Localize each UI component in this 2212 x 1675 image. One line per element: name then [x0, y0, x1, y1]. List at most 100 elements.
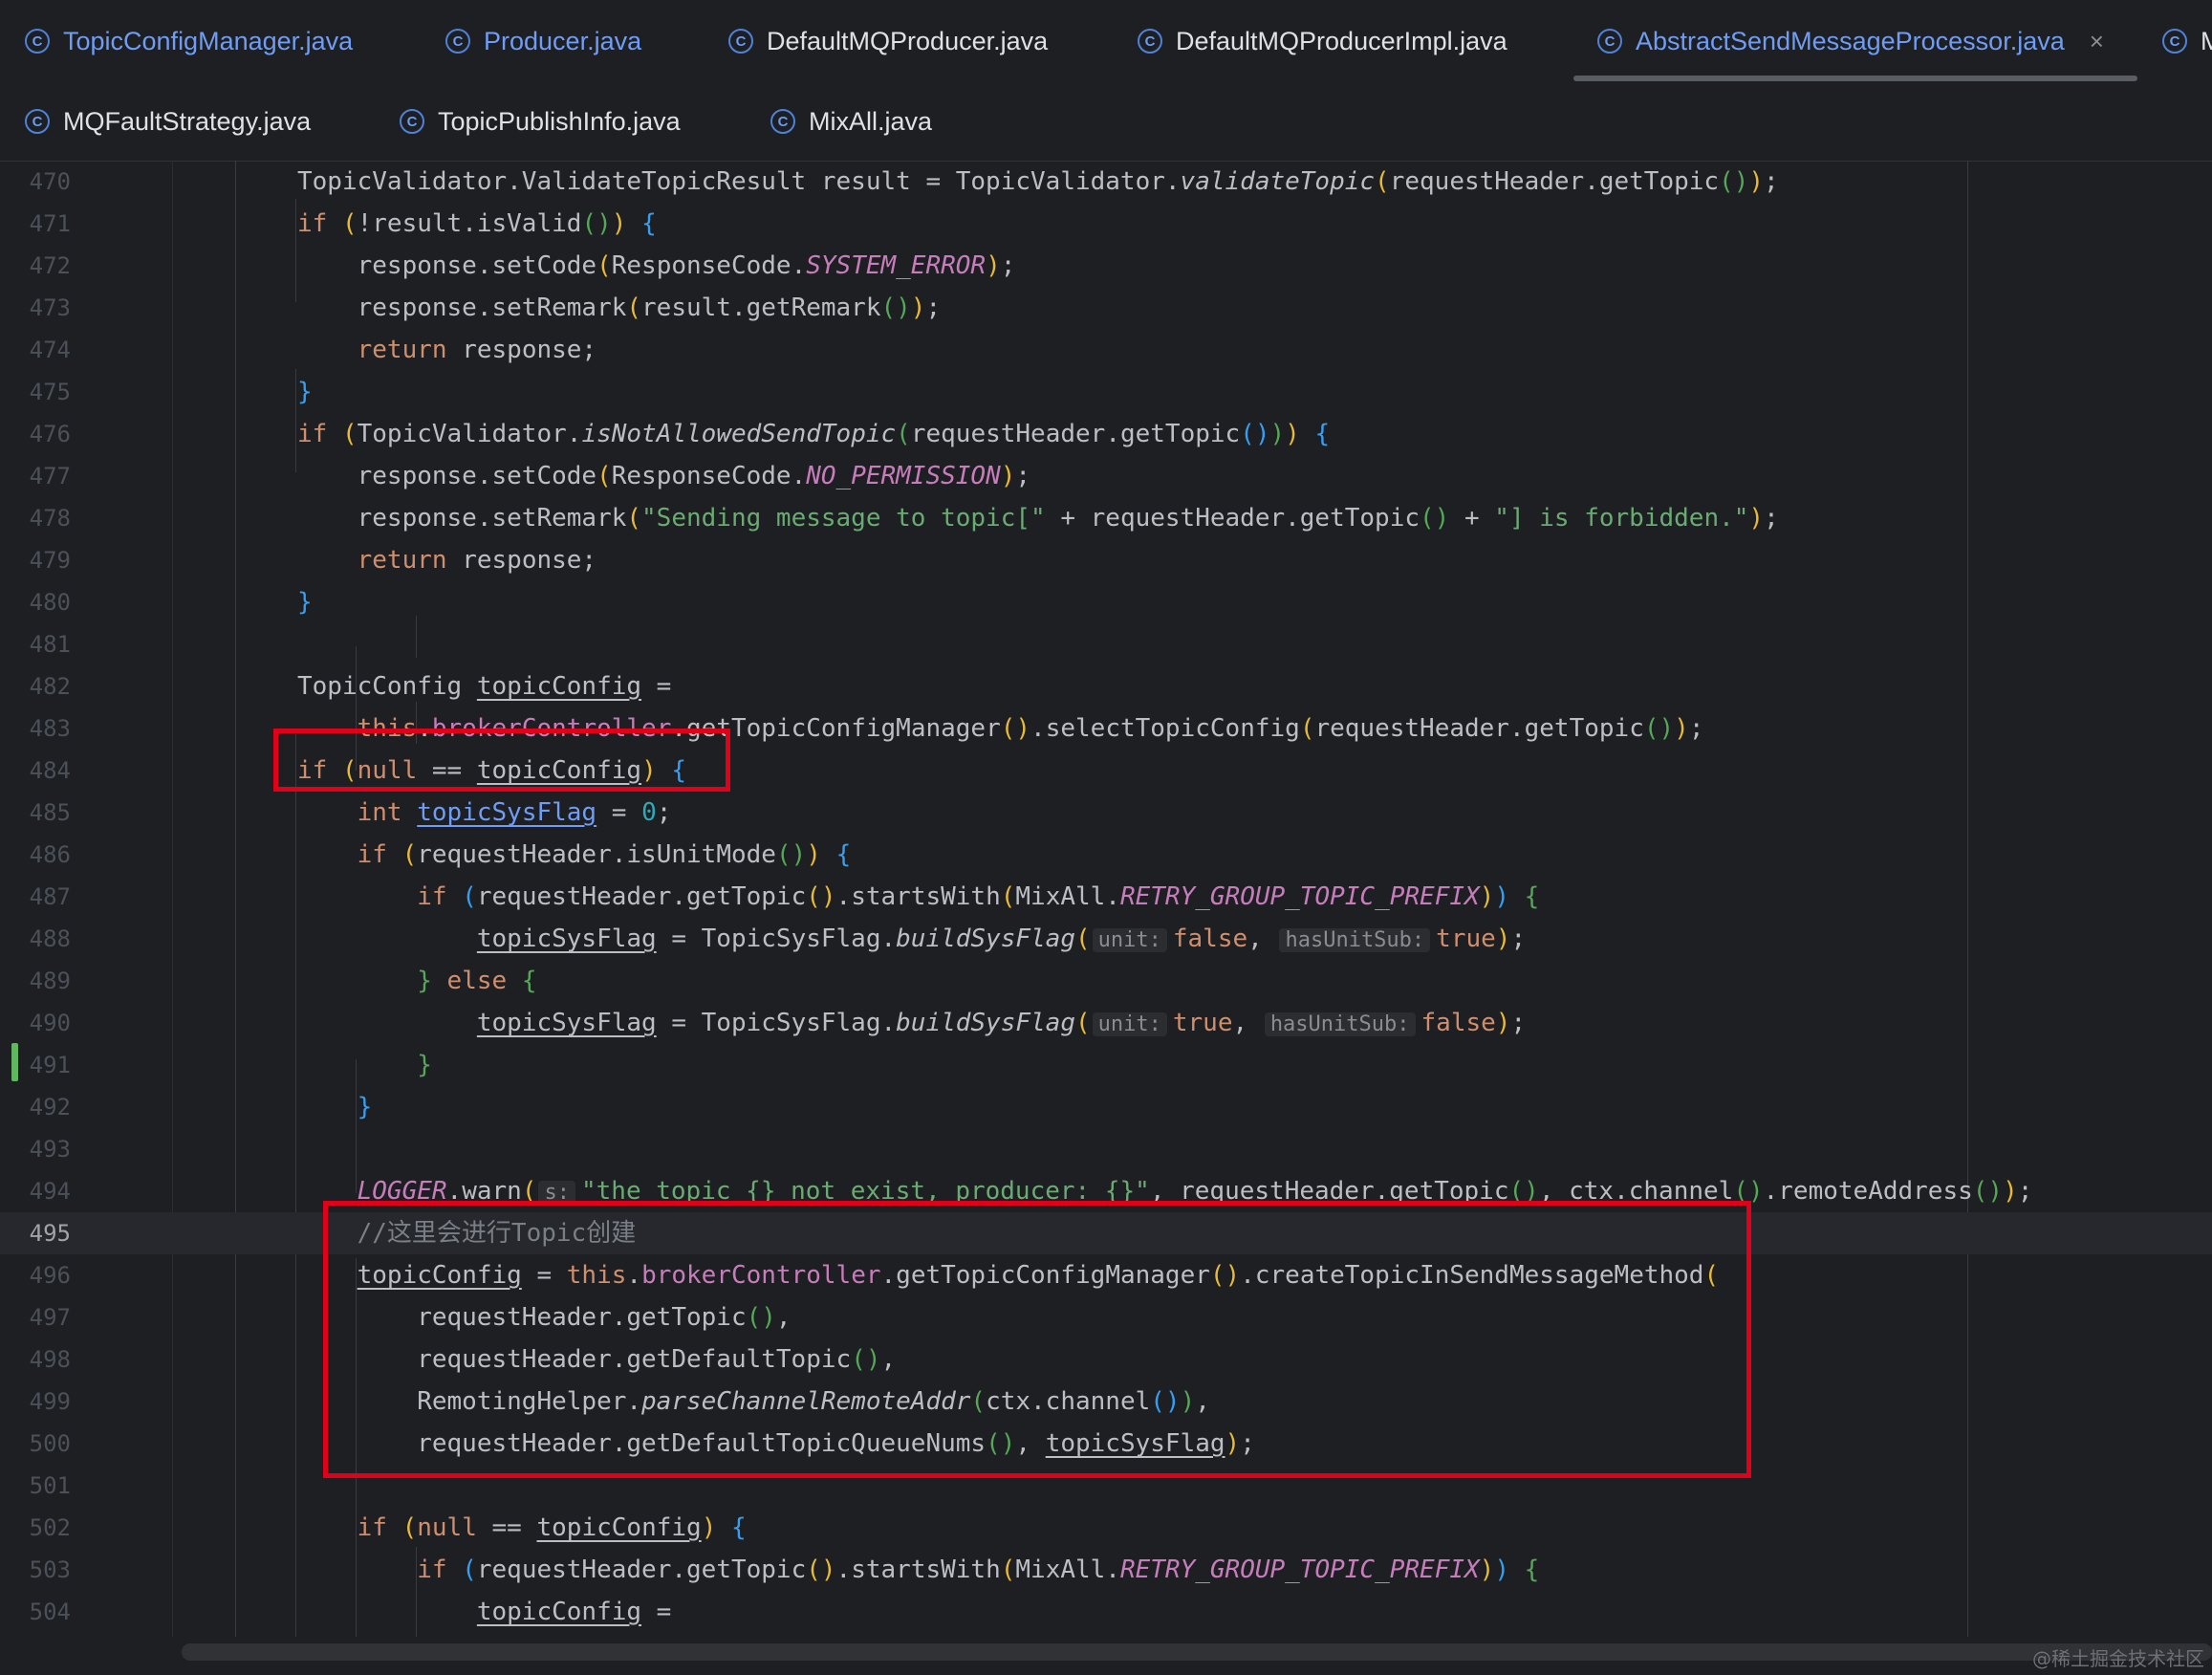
code-token: (: [596, 462, 612, 490]
line-number[interactable]: 497: [0, 1296, 71, 1338]
code-token: response.setCode: [297, 251, 597, 280]
code-line[interactable]: 474 return response;: [0, 329, 2212, 371]
code-line[interactable]: 504 topicConfig =: [0, 1591, 2212, 1633]
code-text: int topicSysFlag = 0;: [297, 792, 672, 834]
code-token: (: [1375, 167, 1390, 196]
code-line[interactable]: 492 }: [0, 1086, 2212, 1128]
code-line[interactable]: 493: [0, 1128, 2212, 1170]
line-number[interactable]: 489: [0, 960, 71, 1002]
code-line[interactable]: 479 return response;: [0, 539, 2212, 581]
line-number[interactable]: 474: [0, 329, 71, 371]
line-number[interactable]: 479: [0, 539, 71, 581]
tab-label: AbstractSendMessageProcessor.java: [1636, 26, 2065, 55]
code-line[interactable]: 488 topicSysFlag = TopicSysFlag.buildSys…: [0, 918, 2212, 960]
horizontal-scrollbar[interactable]: [182, 1643, 2212, 1661]
code-token: ;: [1000, 251, 1016, 280]
code-line[interactable]: 471 if (!result.isValid()) {: [0, 203, 2212, 245]
code-line[interactable]: 473 response.setRemark(result.getRemark(…: [0, 287, 2212, 329]
line-number[interactable]: 485: [0, 792, 71, 834]
line-number[interactable]: 471: [0, 203, 71, 245]
line-number[interactable]: 480: [0, 581, 71, 623]
line-number[interactable]: 492: [0, 1086, 71, 1128]
line-number[interactable]: 473: [0, 287, 71, 329]
code-line[interactable]: 477 response.setCode(ResponseCode.NO_PER…: [0, 455, 2212, 497]
line-number[interactable]: 488: [0, 918, 71, 960]
line-number[interactable]: 482: [0, 665, 71, 707]
code-line[interactable]: 490 topicSysFlag = TopicSysFlag.buildSys…: [0, 1002, 2212, 1044]
watermark: @稀土掘金技术社区: [2032, 1647, 2204, 1670]
code-token: +: [1449, 504, 1495, 533]
code-line[interactable]: 486 if (requestHeader.isUnitMode()) {: [0, 834, 2212, 876]
code-text: if (requestHeader.getTopic().startsWith(…: [297, 876, 1539, 918]
code-line[interactable]: 491 }: [0, 1044, 2212, 1086]
close-icon[interactable]: ×: [2090, 27, 2104, 56]
code-line[interactable]: 485 int topicSysFlag = 0;: [0, 792, 2212, 834]
code-line[interactable]: 470 TopicValidator.ValidateTopicResult re…: [0, 161, 2212, 203]
code-line[interactable]: 481: [0, 623, 2212, 665]
tab-mqfaultstrategy[interactable]: C MQFaultStrategy.java: [25, 82, 311, 161]
code-token: topicSysFlag: [417, 798, 597, 827]
tab-mixall[interactable]: C MixAll.java: [770, 82, 932, 161]
code-line[interactable]: 480}: [0, 581, 2212, 623]
line-number[interactable]: 477: [0, 455, 71, 497]
code-token: ): [1494, 882, 1525, 911]
code-line[interactable]: 472 response.setCode(ResponseCode.SYSTEM…: [0, 245, 2212, 287]
tab-producer[interactable]: C Producer.java: [445, 0, 641, 82]
code-line[interactable]: 502 if (null == topicConfig) {: [0, 1507, 2212, 1549]
line-number[interactable]: 496: [0, 1254, 71, 1296]
line-number[interactable]: 487: [0, 876, 71, 918]
tab-topicconfigmanager[interactable]: C TopicConfigManager.java: [25, 0, 353, 82]
tab-defaultmqproducer[interactable]: C DefaultMQProducer.java: [728, 0, 1048, 82]
line-number[interactable]: 494: [0, 1170, 71, 1212]
code-token: buildSysFlag: [896, 925, 1075, 953]
code-token: =: [596, 798, 642, 827]
code-token: }: [417, 967, 432, 995]
line-number[interactable]: 486: [0, 834, 71, 876]
parameter-hint: hasUnitSub:: [1279, 928, 1431, 952]
code-token: ): [910, 294, 926, 322]
line-number[interactable]: 498: [0, 1338, 71, 1381]
code-line[interactable]: 475}: [0, 371, 2212, 413]
code-token: }: [417, 1051, 432, 1079]
code-line[interactable]: 478 response.setRemark("Sending message …: [0, 497, 2212, 539]
line-number[interactable]: 503: [0, 1549, 71, 1591]
line-number[interactable]: 495: [0, 1212, 71, 1254]
tab-abstractsendmessageprocessor[interactable]: C AbstractSendMessageProcessor.java ×: [1597, 0, 2104, 82]
code-token: MixAll.: [1015, 882, 1120, 911]
code-token: topicConfig: [476, 1598, 642, 1626]
line-number[interactable]: 499: [0, 1381, 71, 1423]
code-token: ;: [1015, 462, 1031, 490]
line-number[interactable]: 476: [0, 413, 71, 455]
line-number[interactable]: 493: [0, 1128, 71, 1170]
line-number[interactable]: 490: [0, 1002, 71, 1044]
code-token: ): [1495, 1009, 1511, 1037]
code-line[interactable]: 482 TopicConfig topicConfig =: [0, 665, 2212, 707]
code-text: }: [297, 1086, 373, 1128]
line-number[interactable]: 470: [0, 161, 71, 203]
code-line[interactable]: 505 this.brokerController.getTopicConfig…: [0, 1633, 2212, 1637]
line-number[interactable]: 478: [0, 497, 71, 539]
code-token: ): [1269, 420, 1286, 448]
line-number[interactable]: 483: [0, 707, 71, 750]
line-number[interactable]: 502: [0, 1507, 71, 1549]
line-number[interactable]: 475: [0, 371, 71, 413]
code-token: ResponseCode.: [611, 462, 807, 490]
line-number[interactable]: 500: [0, 1423, 71, 1465]
line-number[interactable]: 505: [0, 1633, 71, 1637]
tab-truncated[interactable]: C M: [2162, 0, 2212, 82]
code-line[interactable]: 489 } else {: [0, 960, 2212, 1002]
code-token: (): [1719, 167, 1749, 196]
code-token: if: [297, 420, 342, 448]
line-number[interactable]: 472: [0, 245, 71, 287]
line-number[interactable]: 504: [0, 1591, 71, 1633]
tab-label: MixAll.java: [809, 106, 933, 136]
code-line[interactable]: 476 if (TopicValidator.isNotAllowedSendTo…: [0, 413, 2212, 455]
line-number[interactable]: 484: [0, 750, 71, 792]
tab-defaultmqproducerimpl[interactable]: C DefaultMQProducerImpl.java: [1138, 0, 1507, 82]
line-number[interactable]: 501: [0, 1465, 71, 1507]
tab-topicpublishinfo[interactable]: C TopicPublishInfo.java: [400, 82, 681, 161]
line-number[interactable]: 481: [0, 623, 71, 665]
code-line[interactable]: 503 if (requestHeader.getTopic().startsW…: [0, 1549, 2212, 1591]
code-line[interactable]: 487 if (requestHeader.getTopic().startsW…: [0, 876, 2212, 918]
